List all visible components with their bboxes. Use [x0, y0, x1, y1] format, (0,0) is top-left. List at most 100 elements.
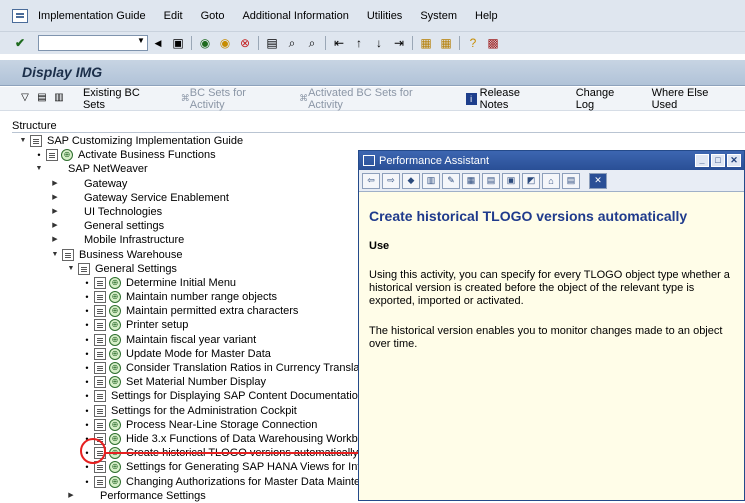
- menu-utilities[interactable]: Utilities: [358, 10, 411, 22]
- documentation-icon[interactable]: [94, 291, 106, 304]
- execute-icon[interactable]: ⊕: [109, 376, 121, 389]
- execute-icon[interactable]: ⊕: [109, 291, 121, 304]
- back-arrow-icon[interactable]: ⇦: [362, 172, 380, 189]
- close-pa-icon[interactable]: ✕: [589, 172, 607, 189]
- documentation-icon[interactable]: [94, 362, 106, 374]
- change-log-button[interactable]: Change Log: [568, 87, 644, 111]
- release-notes-button[interactable]: i Release Notes: [458, 87, 560, 111]
- collapse-arrow-icon[interactable]: ▼: [18, 134, 28, 148]
- documentation-icon[interactable]: [30, 135, 42, 147]
- execute-icon[interactable]: ⊕: [109, 333, 121, 346]
- execute-icon[interactable]: ⊕: [109, 432, 121, 445]
- tree-node-label: Consider Translation Ratios in Currency …: [126, 362, 378, 374]
- last-page-icon[interactable]: ⇥: [391, 35, 407, 51]
- collapse-arrow-icon[interactable]: ▼: [34, 162, 44, 176]
- system-menu-icon[interactable]: [12, 8, 28, 23]
- execute-icon[interactable]: ⊕: [109, 475, 121, 488]
- save-icon[interactable]: ▣: [170, 35, 186, 51]
- execute-icon[interactable]: ⊕: [109, 461, 121, 474]
- expand-arrow-icon[interactable]: ▶: [50, 177, 60, 191]
- tree-node-label: Gateway: [84, 177, 128, 190]
- pin-icon[interactable]: ⌂: [542, 172, 560, 189]
- execute-icon[interactable]: ⊕: [109, 362, 121, 374]
- customize-layout-icon[interactable]: ▩: [485, 35, 501, 51]
- close-icon[interactable]: ✕: [727, 154, 741, 167]
- execute-icon[interactable]: ⊕: [109, 347, 121, 360]
- glossary-icon[interactable]: ▦: [462, 172, 480, 189]
- exit-icon[interactable]: ◉: [217, 35, 233, 51]
- documentation-icon[interactable]: [94, 305, 106, 318]
- where-else-used-button[interactable]: Where Else Used: [644, 87, 745, 111]
- print-icon[interactable]: ▤: [264, 35, 280, 51]
- documentation-icon[interactable]: [94, 475, 106, 488]
- field-help-icon[interactable]: ◩: [522, 172, 540, 189]
- find-next-icon[interactable]: ⌕: [304, 35, 320, 51]
- documentation-icon[interactable]: [78, 262, 90, 275]
- cancel-icon[interactable]: ⊗: [237, 35, 253, 51]
- documentation-icon[interactable]: [62, 248, 74, 261]
- minimize-icon[interactable]: _: [695, 154, 709, 167]
- documentation-icon[interactable]: [94, 333, 106, 346]
- documentation-icon[interactable]: [46, 149, 58, 162]
- filter-icon[interactable]: ▽: [18, 92, 32, 106]
- collapse-arrow-icon[interactable]: ▼: [50, 248, 60, 262]
- hierarchy-icon[interactable]: ▥: [422, 172, 440, 189]
- expand-arrow-icon[interactable]: ▶: [50, 219, 60, 233]
- menu-help[interactable]: Help: [466, 10, 507, 22]
- toolbar-divider: [258, 36, 259, 50]
- documentation-icon[interactable]: [94, 376, 106, 389]
- new-session-icon[interactable]: ▦: [418, 35, 434, 51]
- bookmark-icon[interactable]: ◆: [402, 172, 420, 189]
- edit-icon[interactable]: ✎: [442, 172, 460, 189]
- command-field[interactable]: ▼: [38, 35, 148, 51]
- tree-node-label: Maintain number range objects: [126, 291, 278, 304]
- pa-toolbar: ⇦ ⇨ ◆ ▥ ✎ ▦ ▤ ▣ ◩ ⌂ ▤ ✕: [359, 170, 744, 192]
- menu-goto[interactable]: Goto: [192, 10, 234, 22]
- shortcut-icon[interactable]: ▦: [438, 35, 454, 51]
- next-page-icon[interactable]: ↓: [371, 35, 387, 51]
- title-bar: Display IMG: [0, 60, 745, 86]
- back-icon[interactable]: ◉: [197, 35, 213, 51]
- hierarchy-icon[interactable]: ▥: [52, 92, 66, 106]
- menu-system[interactable]: System: [411, 10, 466, 22]
- documentation-icon[interactable]: [94, 418, 106, 431]
- previous-page-icon[interactable]: ↑: [351, 35, 367, 51]
- enter-checkmark-icon[interactable]: ✔: [12, 35, 28, 51]
- technical-info-icon[interactable]: ▣: [502, 172, 520, 189]
- standard-toolbar: ✔ ▼ ◀ ▣ ◉ ◉ ⊗ ▤ ⌕ ⌕ ⇤ ↑ ↓ ⇥ ▦ ▦ ? ▩: [0, 32, 745, 54]
- documentation-icon[interactable]: [94, 404, 106, 417]
- execute-icon[interactable]: ⊕: [109, 276, 121, 289]
- find-icon[interactable]: ⌕: [284, 35, 300, 51]
- settings-icon[interactable]: ▤: [482, 172, 500, 189]
- menu-additional-information[interactable]: Additional Information: [233, 10, 357, 22]
- table-icon[interactable]: ▤: [35, 92, 49, 106]
- maximize-icon[interactable]: □: [711, 154, 725, 167]
- tree-node-label: General settings: [84, 220, 165, 233]
- bc-sets-for-activity-button[interactable]: ⌘ BC Sets for Activity: [173, 87, 291, 111]
- expand-arrow-icon[interactable]: ▶: [50, 191, 60, 205]
- documentation-icon[interactable]: [94, 319, 106, 332]
- first-page-icon[interactable]: ⇤: [331, 35, 347, 51]
- previous-icon[interactable]: ◀: [150, 35, 166, 51]
- existing-bc-sets-button[interactable]: Existing BC Sets: [75, 87, 173, 111]
- menu-implementation-guide[interactable]: Implementation Guide: [34, 10, 155, 22]
- execute-icon[interactable]: ⊕: [109, 319, 121, 332]
- menu-edit[interactable]: Edit: [155, 10, 192, 22]
- tree-node[interactable]: ▼ SAP Customizing Implementation Guide: [12, 134, 745, 148]
- documentation-icon[interactable]: [94, 390, 106, 403]
- expand-arrow-icon[interactable]: ▶: [50, 233, 60, 247]
- expand-arrow-icon[interactable]: ▶: [50, 205, 60, 219]
- execute-icon[interactable]: ⊕: [109, 418, 121, 431]
- execute-icon[interactable]: ⊕: [109, 305, 121, 318]
- documentation-icon[interactable]: [94, 347, 106, 360]
- forward-arrow-icon[interactable]: ⇨: [382, 172, 400, 189]
- print-icon[interactable]: ▤: [562, 172, 580, 189]
- dropdown-arrow-icon[interactable]: ▼: [135, 36, 147, 50]
- collapse-arrow-icon[interactable]: ▼: [66, 262, 76, 276]
- menu-bar: Implementation Guide Edit Goto Additional I…: [0, 0, 745, 32]
- activated-bc-sets-button[interactable]: ⌘ Activated BC Sets for Activity: [291, 86, 458, 111]
- activated-bc-sets-label: Activated BC Sets for Activity: [308, 86, 413, 111]
- help-icon[interactable]: ?: [465, 35, 481, 51]
- execute-icon[interactable]: ⊕: [61, 149, 73, 162]
- documentation-icon[interactable]: [94, 276, 106, 289]
